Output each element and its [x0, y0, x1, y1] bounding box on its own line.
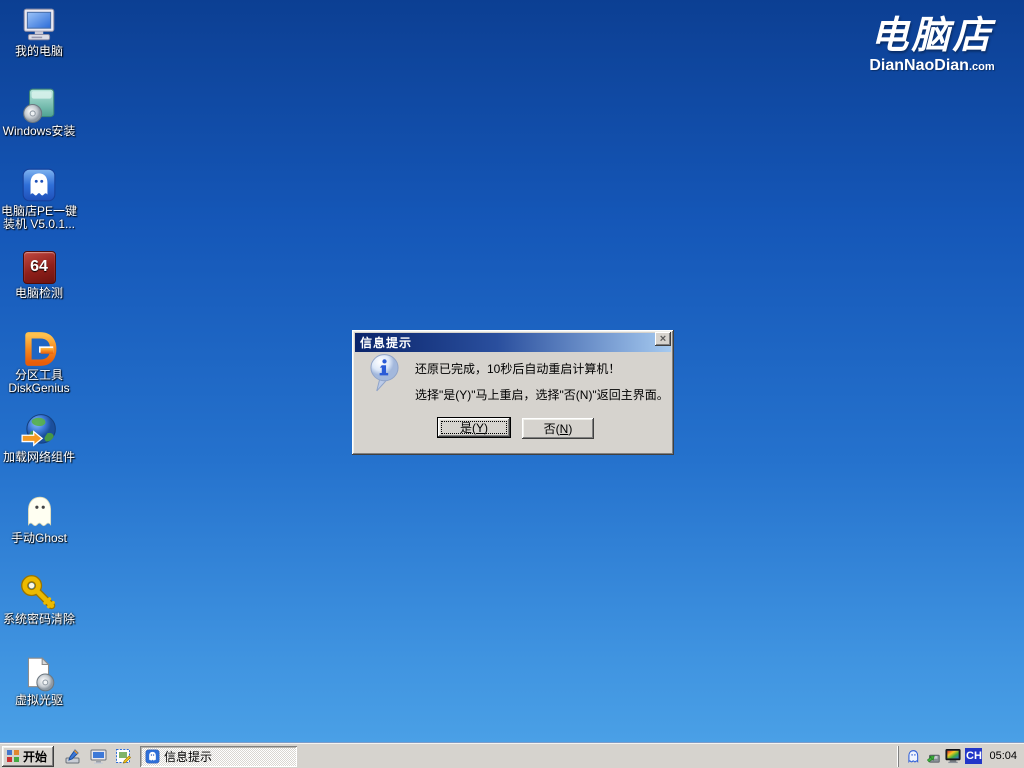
taskbar-window-button[interactable]: 信息提示 — [140, 746, 297, 767]
desktop-icon-my-computer[interactable]: 我的电脑 — [0, 6, 78, 58]
desktop-icon-load-network[interactable]: 加载网络组件 — [0, 412, 78, 464]
icon-label: 系统密码清除 — [0, 613, 78, 626]
ghost-tray-icon[interactable] — [905, 748, 921, 764]
icon-label: 我的电脑 — [0, 45, 78, 58]
desktop-icon-computer-check[interactable]: 64 电脑检测 — [0, 248, 78, 300]
pe-ghost-icon — [20, 166, 58, 204]
dialog-message-line2: 选择"是(Y)"马上重启，选择"否(N)"返回主界面。 — [415, 386, 669, 403]
start-button[interactable]: 开始 — [2, 746, 54, 767]
taskbar: 开始 — [0, 743, 1024, 768]
dialog-title: 信息提示 — [360, 334, 412, 351]
icon-label: 手动Ghost — [0, 532, 78, 545]
yes-button-suffix: ) — [484, 421, 488, 435]
display-tray-icon[interactable] — [945, 748, 961, 764]
no-button[interactable]: 否(N) — [522, 418, 594, 439]
icon-label: 加载网络组件 — [0, 451, 78, 464]
window-button-label: 信息提示 — [164, 748, 212, 765]
desktop-icon-password-clear[interactable]: 系统密码清除 — [0, 574, 78, 626]
screen-settings-icon[interactable] — [114, 747, 132, 765]
icon-label: 虚拟光驱 — [0, 694, 78, 707]
disk-eject-tray-icon[interactable] — [925, 748, 941, 764]
yes-button[interactable]: 是(Y) — [437, 417, 511, 438]
icon-label: 电脑检测 — [0, 287, 78, 300]
ghost-window-icon — [145, 749, 160, 764]
brand-subtitle-text: DianNaoDian — [869, 57, 969, 74]
badge-64-text: 64 — [23, 251, 56, 284]
brand-subtitle: DianNaoDian.com — [852, 58, 1012, 75]
yes-button-key: Y — [476, 421, 484, 435]
my-computer-icon — [20, 6, 58, 44]
computer-check-64-icon: 64 — [20, 248, 58, 286]
desktop: 电脑店 DianNaoDian.com 我的电脑 — [0, 0, 1024, 743]
start-logo-icon — [7, 750, 19, 762]
language-indicator[interactable]: CH — [965, 748, 982, 764]
icon-label: Windows安装 — [0, 125, 78, 138]
virtual-cdrom-icon — [20, 655, 58, 693]
brand-domain: .com — [969, 61, 995, 73]
system-tray: CH 05:04 — [898, 746, 1024, 767]
key-icon — [20, 574, 58, 612]
dialog-titlebar[interactable]: 信息提示 — [355, 333, 671, 352]
icon-label-2: DiskGenius — [0, 382, 78, 395]
dialog-message-line1: 还原已完成，10秒后自动重启计算机！ — [415, 360, 620, 377]
desktop-icon-pe-one-key-install[interactable]: 电脑店PE一键装机 V5.0.1... — [0, 166, 78, 231]
desktop-icon-windows-install[interactable]: Windows安装 — [0, 86, 78, 138]
no-button-key: N — [560, 422, 569, 436]
brand-title: 电脑店 — [852, 16, 1012, 56]
close-button[interactable]: × — [655, 332, 671, 346]
yes-button-label: 是( — [460, 419, 476, 436]
desktop-icon-diskgenius[interactable]: 分区工具DiskGenius — [0, 330, 78, 395]
close-icon: × — [660, 334, 666, 344]
icon-label-2: 装机 V5.0.1... — [0, 218, 78, 231]
display-icon[interactable] — [89, 747, 107, 765]
desktop-icon-virtual-cdrom[interactable]: 虚拟光驱 — [0, 655, 78, 707]
windows-install-icon — [20, 86, 58, 124]
brand-logo: 电脑店 DianNaoDian.com — [852, 16, 1012, 75]
clock[interactable]: 05:04 — [989, 750, 1017, 762]
diskgenius-icon — [20, 330, 58, 368]
ghost-icon — [20, 493, 58, 531]
network-globe-icon — [20, 412, 58, 450]
quick-launch — [64, 747, 132, 765]
show-desktop-icon[interactable] — [64, 747, 82, 765]
desktop-icon-manual-ghost[interactable]: 手动Ghost — [0, 493, 78, 545]
no-button-label: 否( — [544, 420, 560, 437]
no-button-suffix: ) — [568, 422, 572, 436]
start-label: 开始 — [23, 748, 47, 765]
info-icon — [369, 353, 400, 398]
info-dialog: 信息提示 × 还原已完成，10秒后自动重启计算机！ 选择"是(Y)"马上重启，选… — [352, 330, 674, 455]
